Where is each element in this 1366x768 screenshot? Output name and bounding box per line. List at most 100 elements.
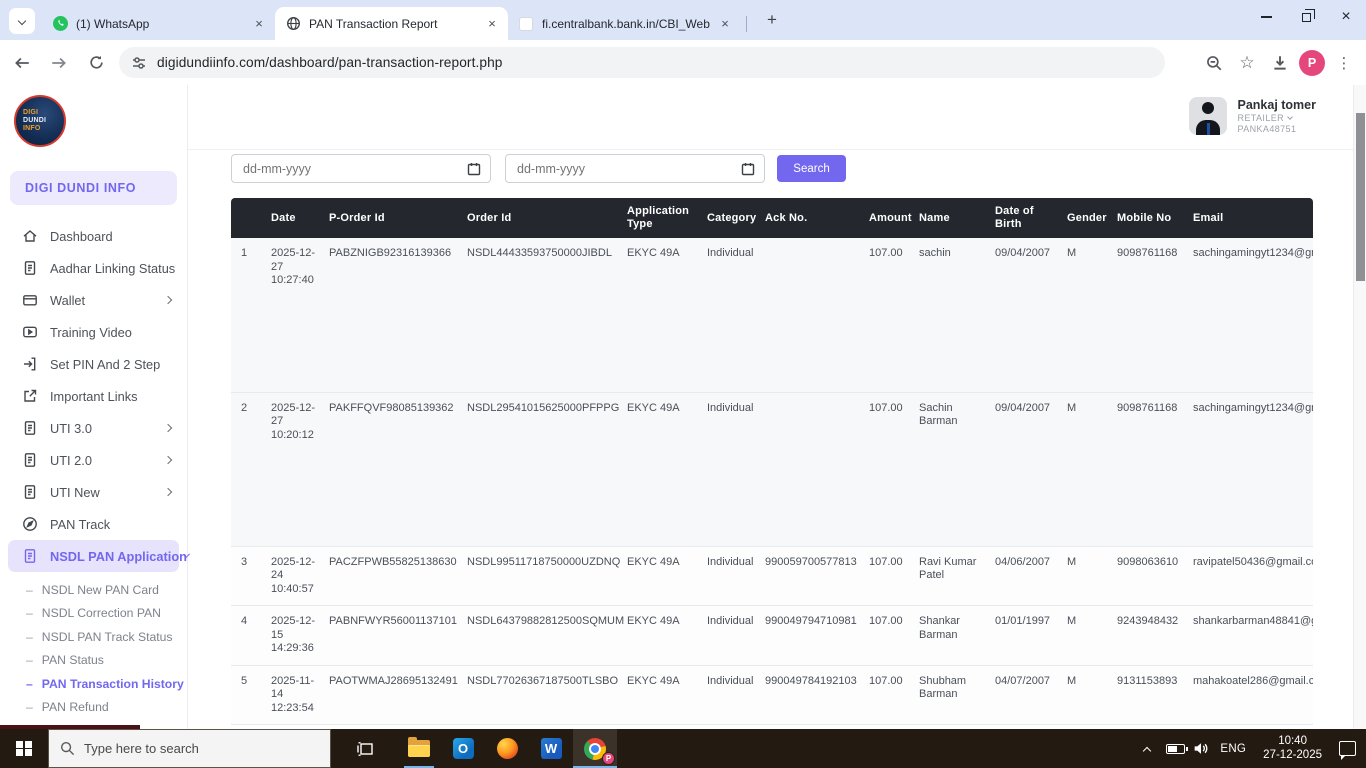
url-text[interactable]: digidundiinfo.com/dashboard/pan-transact… xyxy=(157,55,503,70)
window-minimize-button[interactable] xyxy=(1246,0,1286,34)
browser-tab[interactable]: PAN Transaction Report × xyxy=(275,7,508,40)
sidebar-item[interactable]: Important Links xyxy=(0,380,187,412)
tab-search-button[interactable] xyxy=(9,8,35,34)
sidebar-item[interactable]: NSDL PAN Application xyxy=(8,540,179,572)
taskbar-search[interactable]: Type here to search xyxy=(48,729,331,768)
taskbar-clock[interactable]: 10:40 27-12-2025 xyxy=(1257,735,1328,762)
browser-tab[interactable]: fi.centralbank.bank.in/CBI_Web × xyxy=(508,7,741,40)
date-from-input[interactable] xyxy=(232,155,490,182)
tab-close-icon[interactable]: × xyxy=(251,16,267,32)
user-avatar xyxy=(1189,97,1227,135)
transaction-table-wrap: Date P-Order Id Order Id Application Typ… xyxy=(231,198,1313,725)
sidebar-item-label: UTI New xyxy=(50,485,165,500)
firefox-button[interactable] xyxy=(485,729,529,768)
logo-text: INFO xyxy=(23,125,41,133)
date-to-input[interactable] xyxy=(506,155,764,182)
cell-email: sachingamingyt1234@gmail. xyxy=(1187,392,1313,546)
search-button[interactable]: Search xyxy=(777,155,846,182)
window-restore-button[interactable] xyxy=(1286,0,1326,34)
cell-order-id: NSDL77026367187500TLSBO xyxy=(461,665,621,725)
chrome-button[interactable]: P xyxy=(573,729,617,768)
sidebar-item[interactable]: Wallet xyxy=(0,284,187,316)
cell-ack-no: 990049784192103 xyxy=(759,665,863,725)
cell-mobile: 9098063610 xyxy=(1111,546,1187,606)
downloads-button[interactable] xyxy=(1266,49,1294,77)
external-link-icon xyxy=(22,388,39,405)
cell-amount: 107.00 xyxy=(863,606,913,666)
sidebar-item[interactable]: Training Video xyxy=(0,316,187,348)
chevron-right-icon xyxy=(164,424,172,432)
search-icon xyxy=(60,741,75,756)
cell-order-id: NSDL29541015625000PFPPG xyxy=(461,392,621,546)
whatsapp-icon xyxy=(52,16,68,32)
browser-menu-button[interactable]: ⋮ xyxy=(1330,49,1358,77)
sidebar-subitem[interactable]: PAN Refund xyxy=(0,696,187,720)
battery-icon[interactable] xyxy=(1166,744,1185,754)
reload-button[interactable] xyxy=(81,48,111,78)
cell-p-order-id: PACZFPWB55825138630 xyxy=(323,546,461,606)
sidebar-subitem[interactable]: PAN Status xyxy=(0,649,187,673)
cell-name: sachin xyxy=(913,238,989,392)
sidebar-subitem-label: NSDL PAN Track Status xyxy=(42,630,173,644)
cell-category: Individual xyxy=(701,665,759,725)
back-arrow-icon xyxy=(13,54,31,72)
cell-ack-no xyxy=(759,238,863,392)
calendar-icon[interactable] xyxy=(741,162,755,181)
table-row: 1 2025-12-2710:27:40 PABZNIGB92316139366… xyxy=(231,238,1313,392)
browser-profile-avatar[interactable]: P xyxy=(1299,50,1325,76)
cell-mobile: 9131153893 xyxy=(1111,665,1187,725)
cell-name: Sachin Barman xyxy=(913,392,989,546)
file-explorer-button[interactable] xyxy=(397,729,441,768)
sidebar-item[interactable]: PAN Track xyxy=(0,508,187,540)
browser-scrollbar[interactable] xyxy=(1353,85,1366,729)
col-gender: Gender xyxy=(1061,198,1111,238)
sidebar-item[interactable]: Aadhar Linking Status xyxy=(0,252,187,284)
col-name: Name xyxy=(913,198,989,238)
language-indicator[interactable]: ENG xyxy=(1216,743,1250,755)
col-ack-no: Ack No. xyxy=(759,198,863,238)
address-bar[interactable]: digidundiinfo.com/dashboard/pan-transact… xyxy=(119,47,1165,78)
sidebar-subitem[interactable]: NSDL New PAN Card xyxy=(0,578,187,602)
browser-tab[interactable]: (1) WhatsApp × xyxy=(42,7,275,40)
sidebar-item[interactable]: UTI 3.0 xyxy=(0,412,187,444)
sidebar-item[interactable]: Dashboard xyxy=(0,220,187,252)
tab-close-icon[interactable]: × xyxy=(717,16,733,32)
zoom-out-icon xyxy=(1205,54,1223,72)
calendar-icon[interactable] xyxy=(467,162,481,181)
zoom-button[interactable] xyxy=(1200,49,1228,77)
sidebar-subitem[interactable]: NSDL PAN Track Status xyxy=(0,625,187,649)
cell-gender: M xyxy=(1061,238,1111,392)
scrollbar-thumb[interactable] xyxy=(1356,113,1365,281)
task-view-button[interactable] xyxy=(343,729,387,768)
cell-amount: 107.00 xyxy=(863,238,913,392)
sidebar-item[interactable]: UTI New xyxy=(0,476,187,508)
cell-mobile: 9243948432 xyxy=(1111,606,1187,666)
forward-button[interactable] xyxy=(44,48,74,78)
download-icon xyxy=(1271,54,1289,72)
windows-logo-icon xyxy=(16,741,32,757)
tab-close-icon[interactable]: × xyxy=(484,16,500,32)
sidebar-item[interactable]: UTI 2.0 xyxy=(0,444,187,476)
bookmark-button[interactable]: ☆ xyxy=(1233,49,1261,77)
volume-icon[interactable] xyxy=(1192,740,1209,757)
word-button[interactable]: W xyxy=(529,729,573,768)
outlook-button[interactable]: O xyxy=(441,729,485,768)
logo-text: DUNDI xyxy=(23,117,46,125)
window-close-button[interactable]: × xyxy=(1326,0,1366,34)
cell-ack-no: 990059700577813 xyxy=(759,546,863,606)
new-tab-button[interactable]: + xyxy=(759,7,785,33)
sidebar-item[interactable]: Set PIN And 2 Step xyxy=(0,348,187,380)
cell-amount: 107.00 xyxy=(863,665,913,725)
reload-icon xyxy=(88,54,105,71)
back-button[interactable] xyxy=(7,48,37,78)
user-profile[interactable]: Pankaj tomer RETAILER PANKA48751 xyxy=(1189,97,1316,135)
tray-expand-button[interactable] xyxy=(1135,744,1159,754)
sidebar-subitem[interactable]: NSDL Correction PAN xyxy=(0,602,187,626)
word-icon: W xyxy=(541,738,562,759)
cell-p-order-id: PABZNIGB92316139366 xyxy=(323,238,461,392)
action-center-icon[interactable] xyxy=(1339,741,1356,756)
sidebar-subitem[interactable]: PAN Transaction History xyxy=(0,672,187,696)
user-info: Pankaj tomer RETAILER PANKA48751 xyxy=(1237,98,1316,134)
start-button[interactable] xyxy=(0,729,48,768)
chevron-down-icon xyxy=(1287,114,1293,120)
